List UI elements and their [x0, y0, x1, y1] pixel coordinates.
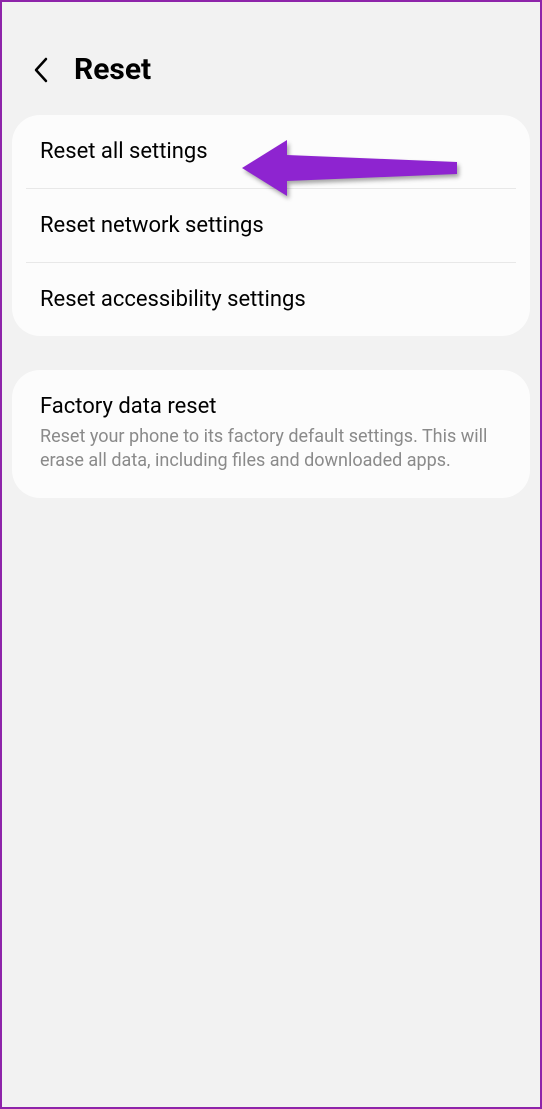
- reset-network-settings-label: Reset network settings: [40, 213, 502, 238]
- reset-all-settings-row[interactable]: Reset all settings: [12, 115, 530, 188]
- reset-accessibility-settings-row[interactable]: Reset accessibility settings: [12, 263, 530, 336]
- reset-network-settings-row[interactable]: Reset network settings: [12, 189, 530, 262]
- factory-reset-group: Factory data reset Reset your phone to i…: [12, 370, 530, 498]
- reset-all-settings-label: Reset all settings: [40, 139, 502, 164]
- factory-data-reset-description: Reset your phone to its factory default …: [40, 425, 502, 474]
- factory-data-reset-row[interactable]: Factory data reset Reset your phone to i…: [12, 370, 530, 498]
- header: Reset: [2, 2, 540, 115]
- back-icon[interactable]: [30, 58, 54, 82]
- factory-data-reset-label: Factory data reset: [40, 394, 502, 419]
- page-title: Reset: [74, 52, 151, 87]
- reset-accessibility-settings-label: Reset accessibility settings: [40, 287, 502, 312]
- reset-options-group: Reset all settings Reset network setting…: [12, 115, 530, 336]
